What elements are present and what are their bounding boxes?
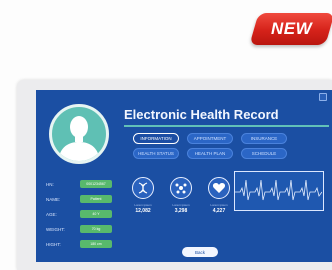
field-value: 40 Y [80, 210, 112, 218]
ecg-monitor [234, 171, 324, 211]
title-divider [124, 125, 329, 127]
heart-glyph [212, 183, 226, 193]
tab-health-status[interactable]: HEALTH STATUS [133, 148, 179, 159]
field-label: HN: [46, 182, 54, 187]
cells-icon[interactable] [170, 177, 192, 199]
cells-glyph [175, 183, 187, 194]
field-label: HIGHT: [46, 242, 61, 247]
field-row-height: HIGHT: 180 cm [42, 238, 152, 253]
field-label: WEIGHT: [46, 227, 65, 232]
field-value: 0001234567 [80, 180, 112, 188]
tab-schedule[interactable]: SCHEDULE [241, 148, 287, 159]
tab-appointment[interactable]: APPOINTMENT [187, 133, 233, 144]
metric-value: 12,082 [135, 208, 151, 214]
health-record-screen: Electronic Health Record INFORMATION APP… [36, 90, 332, 262]
metric-value: 4,227 [212, 208, 226, 214]
field-label: AGE: [46, 212, 57, 217]
tab-health-plan[interactable]: HEALTH PLAN [187, 148, 233, 159]
tab-insurance[interactable]: INSURANCE [241, 133, 287, 144]
new-badge: NEW [249, 13, 332, 45]
heart-icon[interactable] [208, 177, 230, 199]
field-row-weight: WEIGHT: 70 kg [42, 223, 152, 238]
patient-avatar [49, 104, 109, 164]
metric-label: Lorem ipsum [210, 203, 228, 207]
new-badge-label: NEW [271, 19, 313, 38]
field-label: NAME: [46, 197, 61, 202]
field-value: 180 cm [80, 240, 112, 248]
tablet-device: Electronic Health Record INFORMATION APP… [17, 80, 332, 270]
dna-icon[interactable] [132, 177, 154, 199]
metric-label: Lorem ipsum [134, 203, 152, 207]
metric-value: 3,298 [174, 208, 188, 214]
field-value: Patient [80, 195, 112, 203]
window-icon[interactable] [319, 93, 327, 101]
back-button[interactable]: Back [182, 247, 218, 257]
dna-glyph [138, 182, 148, 194]
person-icon [58, 116, 100, 161]
tab-information[interactable]: INFORMATION [133, 133, 179, 144]
ecg-waveform [235, 179, 323, 201]
page: NEW Electronic Health Record INFORMATION… [0, 0, 332, 270]
field-value: 70 kg [80, 225, 112, 233]
page-title: Electronic Health Record [124, 107, 279, 122]
metric-label: Lorem ipsum [172, 203, 190, 207]
